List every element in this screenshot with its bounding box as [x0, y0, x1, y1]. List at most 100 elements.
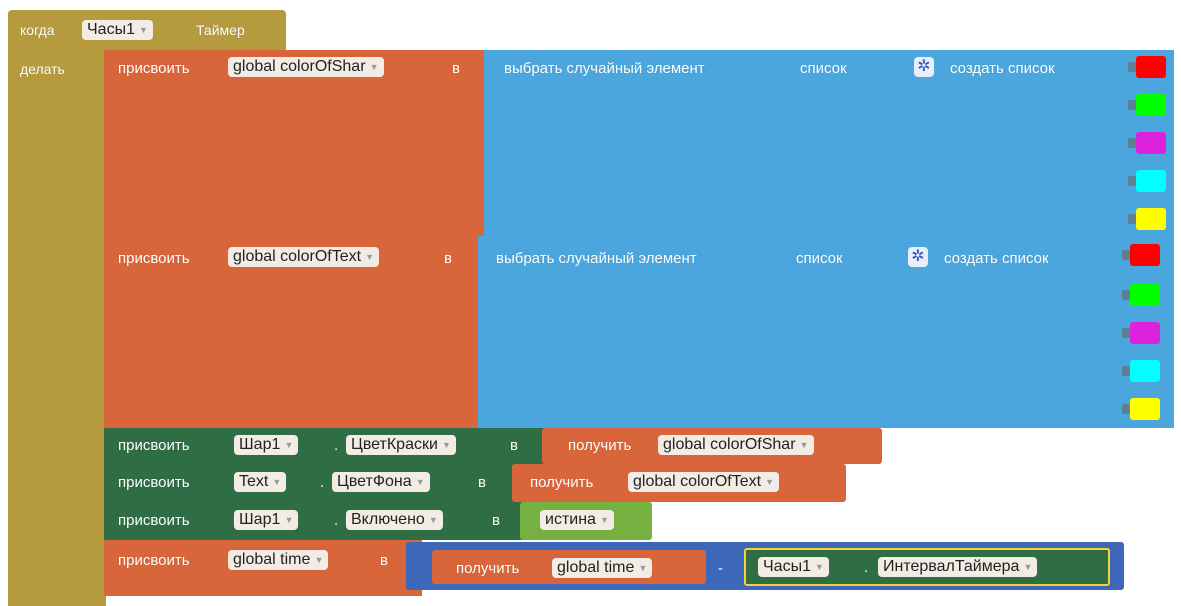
clock-component-dropdown[interactable]: Часы1 ▼: [758, 557, 829, 577]
set5-property-dropdown[interactable]: Включено ▼: [346, 510, 443, 530]
mutator-gear-icon[interactable]: ✲: [914, 57, 934, 77]
set2-variable-dropdown[interactable]: global colorOfText ▼: [228, 247, 380, 267]
swatch-connector: [1128, 138, 1136, 148]
clock-property-text: ИнтервалТаймера: [883, 558, 1020, 575]
set1-to-label: в: [452, 60, 460, 77]
set5-property-text: Включено: [351, 511, 425, 528]
dropdown-arrow-icon: ▼: [638, 563, 648, 573]
get4-label: получить: [530, 474, 594, 491]
color-cyan-swatch[interactable]: [1136, 170, 1166, 192]
color-magenta-swatch[interactable]: [1130, 322, 1160, 344]
dot-separator: .: [320, 474, 325, 491]
dropdown-arrow-icon: ▼: [365, 252, 375, 262]
get3-label: получить: [568, 437, 632, 454]
set6-to-label: в: [380, 552, 388, 569]
mutator-gear-icon[interactable]: ✲: [908, 247, 928, 267]
event-name-label: Таймер: [196, 22, 245, 38]
swatch-connector: [1128, 214, 1136, 224]
set3-component-text: Шар1: [239, 436, 281, 453]
event-component-text: Часы1: [87, 21, 135, 38]
color-cyan-swatch[interactable]: [1130, 360, 1160, 382]
minus-operator: -: [718, 560, 723, 577]
set6-set-label: присвоить: [118, 552, 190, 569]
dot-separator: .: [334, 512, 339, 529]
set2-set-label: присвоить: [118, 250, 190, 267]
event-block-body: [8, 50, 106, 606]
set3-set-label: присвоить: [118, 437, 190, 454]
color-red-swatch[interactable]: [1136, 56, 1166, 78]
dropdown-arrow-icon: ▼: [139, 25, 148, 35]
get6-variable-dropdown[interactable]: global time ▼: [552, 558, 653, 578]
set5-to-label: в: [492, 512, 500, 529]
get4-variable-dropdown[interactable]: global colorOfText ▼: [628, 472, 780, 492]
swatch-connector: [1122, 404, 1130, 414]
swatch-connector: [1122, 366, 1130, 376]
color-yellow-swatch[interactable]: [1130, 398, 1160, 420]
dropdown-arrow-icon: ▼: [799, 440, 809, 450]
set3-to-label: в: [510, 437, 518, 454]
set3-component-dropdown[interactable]: Шар1 ▼: [234, 435, 299, 455]
dropdown-arrow-icon: ▼: [815, 562, 824, 572]
swatch-connector: [1128, 176, 1136, 186]
dropdown-arrow-icon: ▼: [428, 515, 438, 525]
swatch-connector: [1122, 290, 1130, 300]
event-component-dropdown[interactable]: Часы1 ▼: [82, 20, 153, 40]
set5-component-text: Шар1: [239, 511, 281, 528]
set2-variable-text: global colorOfText: [233, 248, 362, 265]
dropdown-arrow-icon: ▼: [369, 62, 379, 72]
pick-random-label-1: выбрать случайный элемент: [504, 60, 705, 77]
color-green-swatch[interactable]: [1136, 94, 1166, 116]
set4-component-dropdown[interactable]: Text ▼: [234, 472, 287, 492]
dropdown-arrow-icon: ▼: [600, 515, 609, 525]
dot-separator: .: [864, 559, 869, 576]
dropdown-arrow-icon: ▼: [415, 477, 425, 487]
dropdown-arrow-icon: ▼: [314, 555, 324, 565]
set4-property-dropdown[interactable]: ЦветФона ▼: [332, 472, 430, 492]
swatch-connector: [1128, 62, 1136, 72]
set4-set-label: присвоить: [118, 474, 190, 491]
swatch-connector: [1128, 100, 1136, 110]
list-label-1: список: [800, 60, 847, 77]
set1-variable-text: global colorOfShar: [233, 58, 366, 75]
set6-variable-text: global time: [233, 551, 311, 568]
make-list-label-2: создать список: [944, 250, 1049, 267]
get3-variable-text: global colorOfShar: [663, 436, 796, 453]
color-red-swatch[interactable]: [1130, 244, 1160, 266]
get3-variable-dropdown[interactable]: global colorOfShar ▼: [658, 435, 814, 455]
color-green-swatch[interactable]: [1130, 284, 1160, 306]
color-yellow-swatch[interactable]: [1136, 208, 1166, 230]
dropdown-arrow-icon: ▼: [765, 477, 775, 487]
true-value-dropdown[interactable]: истина ▼: [540, 510, 614, 530]
swatch-connector: [1122, 250, 1130, 260]
event-do-label: делать: [20, 61, 65, 77]
set3-property-dropdown[interactable]: ЦветКраски ▼: [346, 435, 456, 455]
dot-separator: .: [334, 437, 339, 454]
list-label-2: список: [796, 250, 843, 267]
make-list-label-1: создать список: [950, 60, 1055, 77]
dropdown-arrow-icon: ▼: [272, 477, 282, 487]
set2-to-label: в: [444, 250, 452, 267]
set4-to-label: в: [478, 474, 486, 491]
get6-label: получить: [456, 560, 520, 577]
set3-property-text: ЦветКраски: [351, 436, 438, 453]
dropdown-arrow-icon: ▼: [284, 440, 294, 450]
dropdown-arrow-icon: ▼: [284, 515, 294, 525]
set4-component-text: Text: [239, 473, 269, 490]
clock-property-dropdown[interactable]: ИнтервалТаймера ▼: [878, 557, 1038, 577]
dropdown-arrow-icon: ▼: [1023, 562, 1033, 572]
set6-variable-dropdown[interactable]: global time ▼: [228, 550, 329, 570]
true-value-text: истина: [545, 511, 596, 528]
color-magenta-swatch[interactable]: [1136, 132, 1166, 154]
swatch-connector: [1122, 328, 1130, 338]
set5-set-label: присвоить: [118, 512, 190, 529]
clock-component-text: Часы1: [763, 558, 811, 575]
event-when-label: когда: [20, 22, 55, 38]
dropdown-arrow-icon: ▼: [441, 440, 451, 450]
pick-random-label-2: выбрать случайный элемент: [496, 250, 697, 267]
get4-variable-text: global colorOfText: [633, 473, 762, 490]
set1-variable-dropdown[interactable]: global colorOfShar ▼: [228, 57, 384, 77]
set5-component-dropdown[interactable]: Шар1 ▼: [234, 510, 299, 530]
get6-variable-text: global time: [557, 559, 635, 576]
set1-set-label: присвоить: [118, 60, 190, 77]
set4-property-text: ЦветФона: [337, 473, 412, 490]
